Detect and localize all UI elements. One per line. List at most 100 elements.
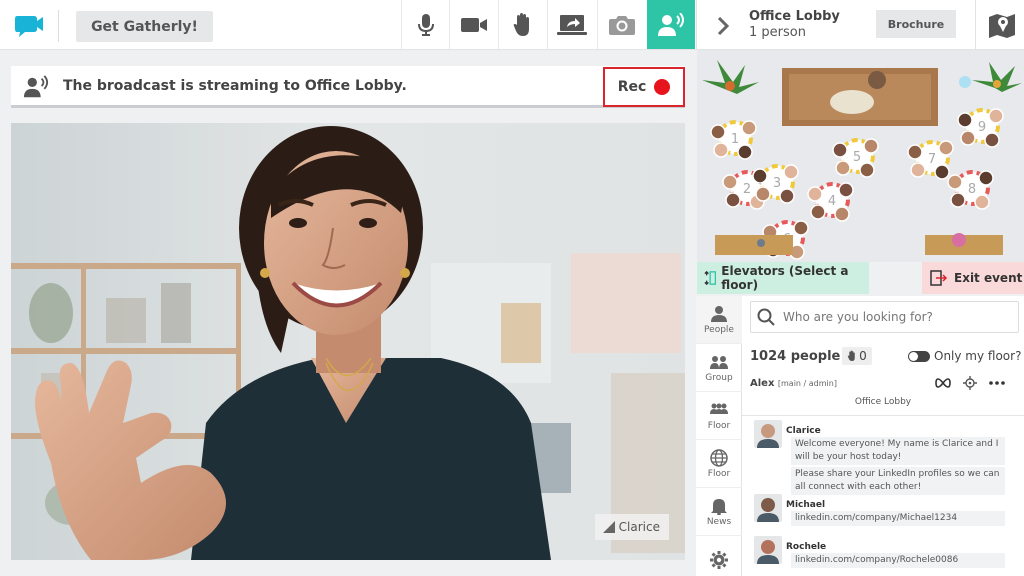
chevron-right-icon[interactable] xyxy=(717,17,729,35)
room-header: Office Lobby 1 person Brochure xyxy=(696,0,1024,50)
only-my-floor-label: Only my floor? xyxy=(934,349,1022,363)
toolbar-divider xyxy=(58,10,59,42)
avatar-image xyxy=(754,494,782,522)
side-nav: People Group Floor Floor News xyxy=(696,296,742,576)
attendee-avatar[interactable] xyxy=(835,160,851,176)
search-icon xyxy=(757,308,775,326)
nav-item-label: News xyxy=(706,516,732,527)
attendee-avatar[interactable] xyxy=(907,144,923,160)
attendee-avatar[interactable] xyxy=(779,188,795,204)
search-input[interactable] xyxy=(783,310,1003,324)
attendee-avatar[interactable] xyxy=(978,170,994,186)
floor-map-canvas[interactable]: 123456789 xyxy=(697,50,1024,262)
participant-name-tag: Clarice xyxy=(595,514,669,540)
raise-hand-icon xyxy=(513,12,529,36)
attendee-avatar[interactable] xyxy=(810,204,826,220)
nav-item-settings[interactable] xyxy=(696,536,742,576)
record-button[interactable]: Rec xyxy=(603,67,685,107)
chat-sender: Rochele xyxy=(786,542,827,552)
attendee-avatar[interactable] xyxy=(960,130,976,146)
attendee-avatar[interactable] xyxy=(910,162,926,178)
current-user-name: Alex xyxy=(750,378,775,389)
attendee-avatar[interactable] xyxy=(947,174,963,190)
attendee-avatar[interactable] xyxy=(752,168,768,184)
record-label: Rec xyxy=(617,79,647,95)
only-my-floor-toggle[interactable] xyxy=(908,351,930,362)
current-user-role: [main / admin] xyxy=(777,379,837,388)
attendee-avatar[interactable] xyxy=(984,132,1000,148)
get-gatherly-button[interactable]: Get Gatherly! xyxy=(76,11,213,42)
attendee-avatar[interactable] xyxy=(834,206,850,222)
locate-icon[interactable] xyxy=(963,376,977,390)
attendee-avatar[interactable] xyxy=(793,220,809,236)
exit-event-label: Exit event xyxy=(954,271,1023,285)
room-count: 1 person xyxy=(749,25,806,40)
exit-icon xyxy=(930,270,948,286)
nav-item-floor[interactable]: Floor xyxy=(696,440,742,488)
attendee-avatar[interactable] xyxy=(713,142,729,158)
current-user-location: Office Lobby xyxy=(854,397,912,407)
attendee-avatar[interactable] xyxy=(974,194,990,210)
attendee-avatar[interactable] xyxy=(783,164,799,180)
table-number: 5 xyxy=(853,150,861,165)
table-number: 7 xyxy=(928,152,936,167)
attendee-avatar[interactable] xyxy=(859,162,875,178)
floor-map[interactable]: 123456789 xyxy=(697,50,1024,262)
attendee-avatar[interactable] xyxy=(988,108,1004,124)
broadcast-icon xyxy=(658,12,684,36)
main-video: Clarice xyxy=(11,123,685,560)
attendee-avatar[interactable] xyxy=(710,124,726,140)
attendee-avatar[interactable] xyxy=(934,164,950,180)
people-search[interactable] xyxy=(750,301,1019,333)
attendee-avatar[interactable] xyxy=(741,120,757,136)
attendee-avatar[interactable] xyxy=(755,186,771,202)
broadcast-status-bar: The broadcast is streaming to Office Lob… xyxy=(11,66,685,108)
exit-event-button[interactable]: Exit event xyxy=(922,262,1024,294)
broadcast-message: The broadcast is streaming to Office Lob… xyxy=(63,78,407,94)
avatar[interactable] xyxy=(754,494,782,522)
avatar[interactable] xyxy=(754,536,782,564)
table-number: 8 xyxy=(968,182,976,197)
elevator-icon xyxy=(704,270,717,286)
screen-share-button[interactable] xyxy=(547,0,595,49)
attendee-avatar[interactable] xyxy=(938,140,954,156)
people-count: 1024 people xyxy=(750,349,841,364)
avatar-image xyxy=(754,420,782,448)
attendee-avatar[interactable] xyxy=(832,142,848,158)
attendee-avatar[interactable] xyxy=(838,182,854,198)
raise-hand-button[interactable] xyxy=(498,0,546,49)
nav-item-label: Floor xyxy=(707,420,731,431)
nav-item-people[interactable]: People xyxy=(696,296,742,344)
map-icon[interactable] xyxy=(988,11,1016,39)
microphone-button[interactable] xyxy=(401,0,449,49)
hands-raised-badge: 0 xyxy=(842,347,872,365)
nav-item-group[interactable]: Group xyxy=(696,344,742,392)
attendee-avatar[interactable] xyxy=(957,112,973,128)
gatherly-logo-icon[interactable] xyxy=(14,12,44,40)
broadcast-button[interactable] xyxy=(647,0,695,49)
attendee-avatar[interactable] xyxy=(807,186,823,202)
attendee-avatar[interactable] xyxy=(737,144,753,160)
attendee-avatar[interactable] xyxy=(863,138,879,154)
nav-item-floor[interactable]: Floor xyxy=(696,392,742,440)
photo-button[interactable] xyxy=(597,0,645,49)
flower-icon xyxy=(952,233,966,247)
table-number: 2 xyxy=(743,182,751,197)
avatar[interactable] xyxy=(754,420,782,448)
chat-message: linkedin.com/company/Michael1234 xyxy=(791,511,1005,526)
attendee-avatar[interactable] xyxy=(722,174,738,190)
attendee-avatar[interactable] xyxy=(950,192,966,208)
attendee-avatar[interactable] xyxy=(725,192,741,208)
brochure-button[interactable]: Brochure xyxy=(876,10,956,38)
camera-icon xyxy=(460,17,487,32)
elevators-button[interactable]: Elevators (Select a floor) xyxy=(697,262,869,294)
raise-hand-icon xyxy=(847,350,855,361)
nav-item-news[interactable]: News xyxy=(696,488,742,536)
nav-item-label: People xyxy=(704,324,734,335)
infinity-icon[interactable] xyxy=(935,378,951,388)
top-toolbar: Get Gatherly! xyxy=(0,0,696,50)
camera-button[interactable] xyxy=(449,0,497,49)
bell-icon xyxy=(711,498,727,515)
more-icon[interactable] xyxy=(989,381,1005,385)
photo-icon xyxy=(608,15,635,35)
